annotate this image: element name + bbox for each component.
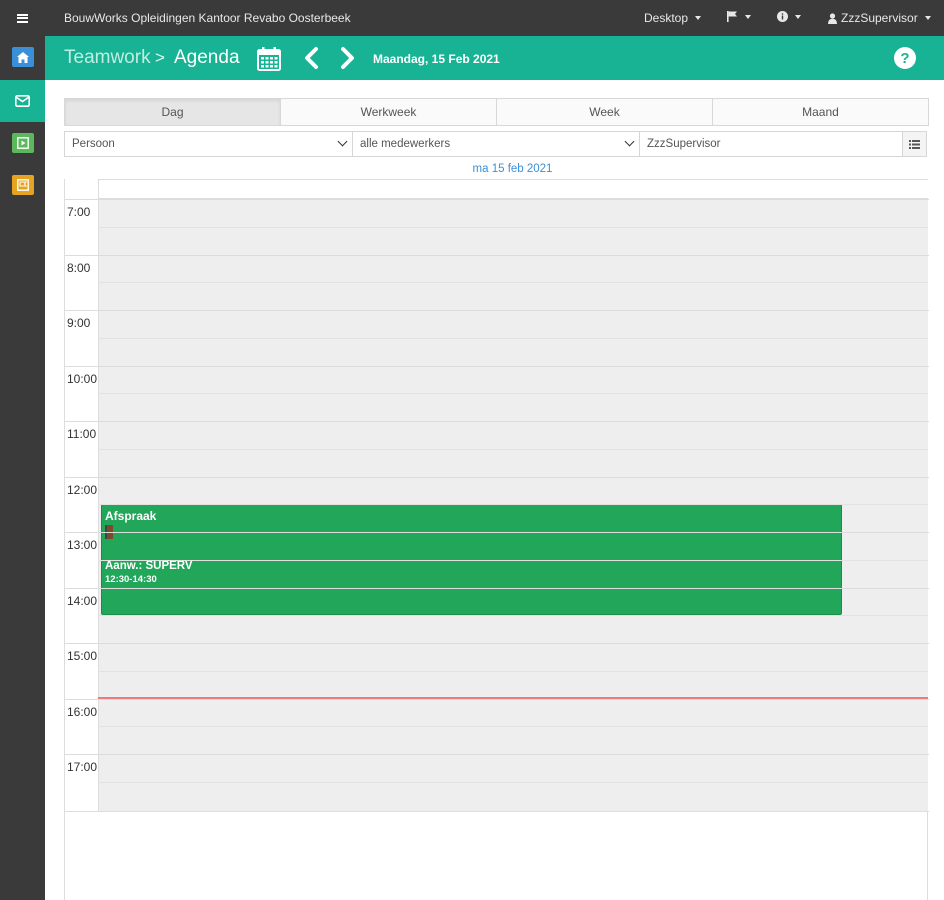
- desktop-menu[interactable]: Desktop: [644, 11, 702, 25]
- person-field[interactable]: ZzzSupervisor: [639, 131, 903, 157]
- calendar-icon[interactable]: [257, 47, 281, 71]
- time-label: 17:00: [67, 760, 98, 774]
- chevron-left-icon[interactable]: [303, 46, 319, 70]
- time-label: 16:00: [67, 704, 98, 719]
- time-label: 12:00: [67, 482, 98, 497]
- hamburger-icon: [17, 13, 28, 23]
- organization-name: BouwWorks Opleidingen Kantoor Revabo Oos…: [64, 11, 351, 25]
- list-icon: [909, 139, 920, 149]
- user-icon: [828, 12, 837, 24]
- half-hour-line: [98, 615, 928, 617]
- hour-line: [65, 421, 929, 422]
- user-menu[interactable]: ZzzSupervisor: [828, 11, 931, 25]
- envelope-icon: [15, 95, 30, 107]
- flag-menu[interactable]: [727, 11, 751, 22]
- half-hour-line: [98, 393, 928, 395]
- sidebar-item-flags[interactable]: [0, 164, 45, 206]
- half-hour-line: [98, 504, 928, 506]
- time-label: 9:00: [67, 316, 91, 330]
- chevron-down-icon: [337, 136, 348, 147]
- sidebar-item-home[interactable]: [0, 36, 45, 78]
- desktop-menu-label: Desktop: [644, 11, 689, 25]
- list-view-button[interactable]: [902, 131, 927, 157]
- sidebar: [0, 36, 45, 900]
- play-square-icon: [11, 133, 34, 153]
- user-name: ZzzSupervisor: [841, 11, 918, 25]
- page-title: Agenda: [174, 47, 240, 68]
- hour-line: [65, 365, 929, 367]
- half-hour-line: [98, 726, 928, 728]
- time-label: 11:00: [67, 427, 97, 441]
- time-label: 15:00: [67, 649, 98, 663]
- breadcrumb-separator: >: [155, 48, 165, 67]
- half-hour-line: [98, 337, 928, 339]
- time-label: 14:00: [67, 593, 98, 608]
- event-time: 12:30-14:30: [105, 574, 157, 586]
- sidebar-item-media[interactable]: [0, 122, 45, 164]
- hour-line: [65, 532, 929, 533]
- help-icon[interactable]: ?: [894, 47, 916, 69]
- half-hour-line: [98, 670, 928, 672]
- half-hour-line: [98, 781, 928, 783]
- chevron-down-icon: [745, 14, 751, 19]
- page-header: Teamwork > Agenda Maandag, 15 Feb 2021 ?: [45, 36, 944, 80]
- info-icon: [777, 11, 788, 22]
- time-label: 8:00: [67, 260, 91, 275]
- tab-week[interactable]: Week: [496, 98, 713, 126]
- event-attendance: Aanw.: SUPERV: [105, 560, 193, 573]
- type-select-value: Persoon: [72, 138, 115, 150]
- hour-line: [65, 643, 929, 644]
- hour-line: [65, 310, 929, 311]
- hour-line: [65, 476, 929, 478]
- group-select[interactable]: alle medewerkers: [352, 131, 640, 157]
- chevron-down-icon: [695, 16, 702, 20]
- flag-square-icon: [11, 175, 34, 195]
- hour-line: [65, 698, 929, 700]
- hour-line: [65, 754, 929, 755]
- breadcrumb-teamwork[interactable]: Teamwork: [64, 47, 151, 69]
- event-title: Afspraak: [105, 509, 157, 524]
- group-select-value: alle medewerkers: [360, 138, 451, 150]
- view-tabs: Dag Werkweek Week Maand: [64, 98, 929, 126]
- tab-werkweek[interactable]: Werkweek: [280, 98, 497, 126]
- current-date: Maandag, 15 Feb 2021: [373, 52, 500, 66]
- person-field-value: ZzzSupervisor: [647, 138, 721, 150]
- all-day-row[interactable]: [98, 179, 928, 199]
- home-icon: [11, 47, 34, 67]
- sidebar-item-messages[interactable]: [0, 80, 45, 122]
- chevron-right-icon[interactable]: [340, 46, 356, 70]
- day-calendar: Afspraak Aanw.: SUPERV 12:30-14:30 7:00 8…: [64, 179, 929, 900]
- top-bar: BouwWorks Opleidingen Kantoor Revabo Oos…: [0, 0, 944, 36]
- half-hour-line: [98, 226, 928, 228]
- time-label: 7:00: [67, 205, 91, 219]
- type-select[interactable]: Persoon: [64, 131, 353, 157]
- help-label: ?: [900, 49, 910, 67]
- chevron-down-icon: [624, 136, 635, 147]
- menu-toggle-button[interactable]: [0, 0, 45, 36]
- grid-bottom: [65, 811, 929, 812]
- hour-line: [65, 587, 929, 589]
- flag-icon: [727, 11, 737, 22]
- hour-line: [65, 254, 929, 256]
- time-label: 13:00: [67, 538, 98, 552]
- half-hour-line: [98, 559, 928, 561]
- day-column-header[interactable]: ma 15 feb 2021: [97, 163, 928, 175]
- tab-maand[interactable]: Maand: [712, 98, 929, 126]
- filter-bar: Persoon alle medewerkers ZzzSupervisor: [64, 131, 928, 157]
- time-column: [65, 199, 98, 811]
- half-hour-line: [98, 282, 928, 284]
- chevron-down-icon: [795, 14, 801, 19]
- tab-dag[interactable]: Dag: [64, 98, 281, 126]
- hour-line: [65, 199, 929, 200]
- info-menu[interactable]: [777, 11, 801, 22]
- time-label: 10:00: [67, 371, 98, 386]
- chevron-down-icon: [924, 16, 931, 20]
- half-hour-line: [98, 448, 928, 450]
